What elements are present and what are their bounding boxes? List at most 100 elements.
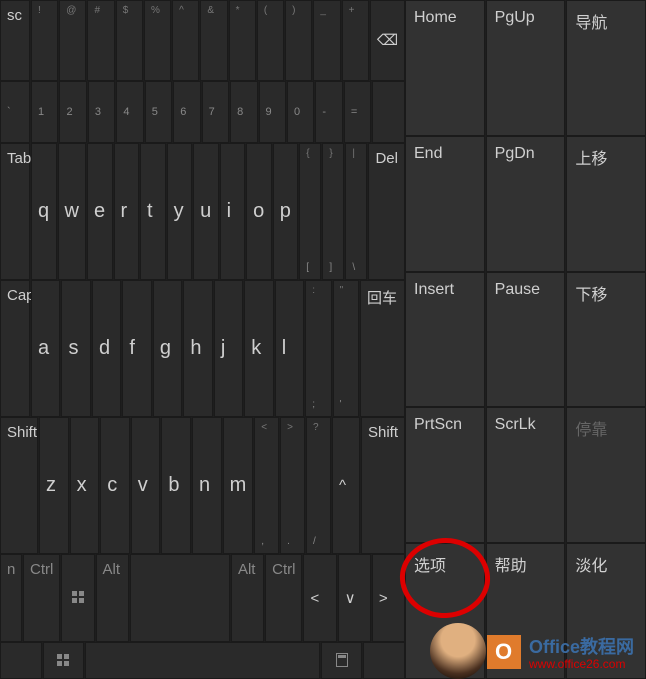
key-dock[interactable]: 停靠: [566, 407, 646, 543]
key-w[interactable]: w: [58, 143, 86, 280]
key-prtscn[interactable]: PrtScn: [405, 407, 485, 543]
key-alt-left[interactable]: Alt: [96, 554, 129, 641]
key-e[interactable]: e: [87, 143, 113, 280]
key-insert[interactable]: Insert: [405, 272, 485, 408]
key-windows-button[interactable]: [43, 642, 85, 679]
key-h[interactable]: h: [183, 280, 212, 417]
key-minus[interactable]: -: [315, 81, 342, 143]
key-del[interactable]: Del: [368, 143, 405, 280]
key-6[interactable]: 6: [173, 81, 200, 143]
key-m[interactable]: m: [223, 417, 254, 554]
key-sym-exclaim[interactable]: !: [31, 0, 58, 81]
key-sym-dollar[interactable]: $: [116, 0, 143, 81]
key-f[interactable]: f: [122, 280, 151, 417]
key-sym-amp[interactable]: &: [200, 0, 227, 81]
key-r[interactable]: r: [114, 143, 140, 280]
key-x[interactable]: x: [70, 417, 100, 554]
key-caps[interactable]: Caps: [0, 280, 30, 417]
key-sym-rparen[interactable]: ): [285, 0, 312, 81]
key-move-down[interactable]: 下移: [566, 272, 646, 408]
key-calculator[interactable]: [321, 642, 363, 679]
key-comma[interactable]: < ,: [254, 417, 279, 554]
key-i[interactable]: i: [220, 143, 246, 280]
key-k[interactable]: k: [244, 280, 273, 417]
key-win[interactable]: [61, 554, 94, 641]
key-s[interactable]: s: [61, 280, 90, 417]
key-9[interactable]: 9: [259, 81, 286, 143]
key-scrlk[interactable]: ScrLk: [486, 407, 566, 543]
key-slash[interactable]: ? /: [306, 417, 331, 554]
key-move-up[interactable]: 上移: [566, 136, 646, 272]
key-c[interactable]: c: [100, 417, 130, 554]
chevron-down-icon: ∨: [345, 589, 356, 607]
key-arrow-down[interactable]: ∨: [338, 554, 371, 641]
key-t[interactable]: t: [140, 143, 166, 280]
windows-icon: [57, 650, 69, 671]
key-g[interactable]: g: [153, 280, 182, 417]
key-enter[interactable]: 回车: [360, 280, 405, 417]
key-blank-b1: [85, 642, 320, 679]
office-logo-icon: O: [487, 635, 521, 669]
key-blank-b2[interactable]: [363, 642, 405, 679]
key-sym-lparen[interactable]: (: [257, 0, 284, 81]
key-esc[interactable]: sc: [0, 0, 30, 81]
key-sym-underscore[interactable]: _: [313, 0, 340, 81]
key-n[interactable]: n: [192, 417, 222, 554]
key-home[interactable]: Home: [405, 0, 485, 136]
key-o[interactable]: o: [246, 143, 272, 280]
key-spacer-0: [372, 81, 405, 143]
key-5[interactable]: 5: [145, 81, 172, 143]
key-semicolon[interactable]: : ;: [305, 280, 331, 417]
key-nav[interactable]: 导航: [566, 0, 646, 136]
key-sym-percent[interactable]: %: [144, 0, 171, 81]
key-period[interactable]: > .: [280, 417, 305, 554]
key-space[interactable]: [130, 554, 230, 641]
key-ctrl-right[interactable]: Ctrl: [265, 554, 302, 641]
key-7[interactable]: 7: [202, 81, 229, 143]
key-y[interactable]: y: [167, 143, 193, 280]
key-1[interactable]: 1: [31, 81, 58, 143]
key-sym-at[interactable]: @: [59, 0, 86, 81]
key-shift-right[interactable]: Shift: [361, 417, 405, 554]
key-z[interactable]: z: [39, 417, 69, 554]
key-arrow-left[interactable]: <: [303, 554, 336, 641]
key-a[interactable]: a: [31, 280, 60, 417]
key-end[interactable]: End: [405, 136, 485, 272]
key-3[interactable]: 3: [88, 81, 115, 143]
key-tab[interactable]: Tab: [0, 143, 30, 280]
key-backtick[interactable]: `: [0, 81, 30, 143]
key-u[interactable]: u: [193, 143, 219, 280]
key-pgdn[interactable]: PgDn: [486, 136, 566, 272]
key-backspace[interactable]: ⌫: [370, 0, 405, 81]
key-pause[interactable]: Pause: [486, 272, 566, 408]
key-alt-right[interactable]: Alt: [231, 554, 264, 641]
key-p[interactable]: p: [273, 143, 299, 280]
key-8[interactable]: 8: [230, 81, 257, 143]
key-arrow-right[interactable]: >: [372, 554, 405, 641]
key-pgup[interactable]: PgUp: [486, 0, 566, 136]
key-sym-hash[interactable]: #: [87, 0, 114, 81]
key-2[interactable]: 2: [59, 81, 86, 143]
key-ctrl-left[interactable]: Ctrl: [23, 554, 60, 641]
key-4[interactable]: 4: [116, 81, 143, 143]
key-0[interactable]: 0: [287, 81, 314, 143]
key-fn[interactable]: n: [0, 554, 22, 641]
key-pipe[interactable]: | \: [345, 143, 367, 280]
key-shift-left[interactable]: Shift: [0, 417, 38, 554]
key-sym-star[interactable]: *: [229, 0, 256, 81]
key-l[interactable]: l: [275, 280, 304, 417]
key-d[interactable]: d: [92, 280, 121, 417]
key-equals[interactable]: =: [344, 81, 371, 143]
key-q[interactable]: q: [31, 143, 57, 280]
key-arrow-up[interactable]: ^: [332, 417, 360, 554]
chevron-left-icon: <: [310, 590, 319, 607]
key-rbrace[interactable]: } ]: [322, 143, 344, 280]
key-j[interactable]: j: [214, 280, 243, 417]
key-sym-caret[interactable]: ^: [172, 0, 199, 81]
key-v[interactable]: v: [131, 417, 161, 554]
key-quote[interactable]: " ': [333, 280, 359, 417]
key-lbrace[interactable]: { [: [299, 143, 321, 280]
key-sym-plus[interactable]: +: [342, 0, 369, 81]
key-blank-b0[interactable]: [0, 642, 42, 679]
key-b[interactable]: b: [161, 417, 191, 554]
